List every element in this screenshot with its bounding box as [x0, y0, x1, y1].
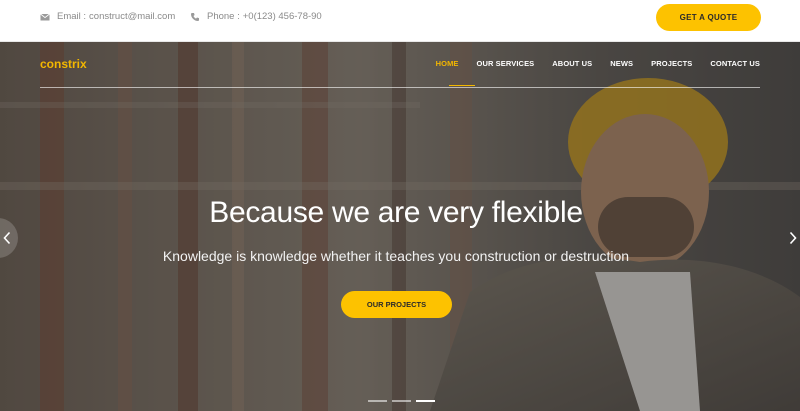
hero-subline: Knowledge is knowledge whether it teache…	[162, 248, 630, 264]
nav-item-about-us[interactable]: ABOUT US	[552, 59, 592, 68]
nav-item-contact-us[interactable]: CONTACT US	[710, 59, 760, 68]
email-label: Email :	[57, 11, 87, 22]
hero-slider: constrix HOME OUR SERVICES ABOUT US NEWS PRO…	[0, 42, 800, 411]
email-contact: Email : construct@mail.com	[40, 11, 175, 22]
nav-divider	[40, 87, 760, 88]
phone-value[interactable]: +0(123) 456-78-90	[243, 11, 322, 22]
our-projects-button[interactable]: OUR PROJECTS	[341, 291, 452, 318]
chevron-left-icon	[3, 231, 11, 245]
nav-item-news[interactable]: NEWS	[610, 59, 633, 68]
phone-label: Phone :	[207, 11, 240, 22]
chevron-right-icon	[789, 231, 797, 245]
get-a-quote-button[interactable]: GET A QUOTE	[656, 4, 761, 31]
slider-dot[interactable]	[392, 400, 411, 402]
phone-icon	[190, 12, 200, 22]
hero-headline: Because we are very flexible	[209, 196, 583, 229]
slider-dot[interactable]	[416, 400, 435, 402]
envelope-icon	[40, 12, 50, 22]
slider-pagination	[368, 400, 435, 402]
email-value[interactable]: construct@mail.com	[89, 11, 175, 22]
nav-item-projects[interactable]: PROJECTS	[651, 59, 692, 68]
main-nav: HOME OUR SERVICES ABOUT US NEWS PROJECTS CONT…	[418, 59, 760, 68]
slider-dot[interactable]	[368, 400, 387, 402]
active-nav-underline	[449, 85, 475, 86]
phone-contact: Phone : +0(123) 456-78-90	[190, 11, 322, 22]
nav-item-home[interactable]: HOME	[436, 59, 459, 68]
nav-item-our-services[interactable]: OUR SERVICES	[477, 59, 535, 68]
top-bar: Email : construct@mail.com Phone : +0(12…	[0, 0, 800, 42]
site-logo[interactable]: constrix	[40, 57, 87, 71]
